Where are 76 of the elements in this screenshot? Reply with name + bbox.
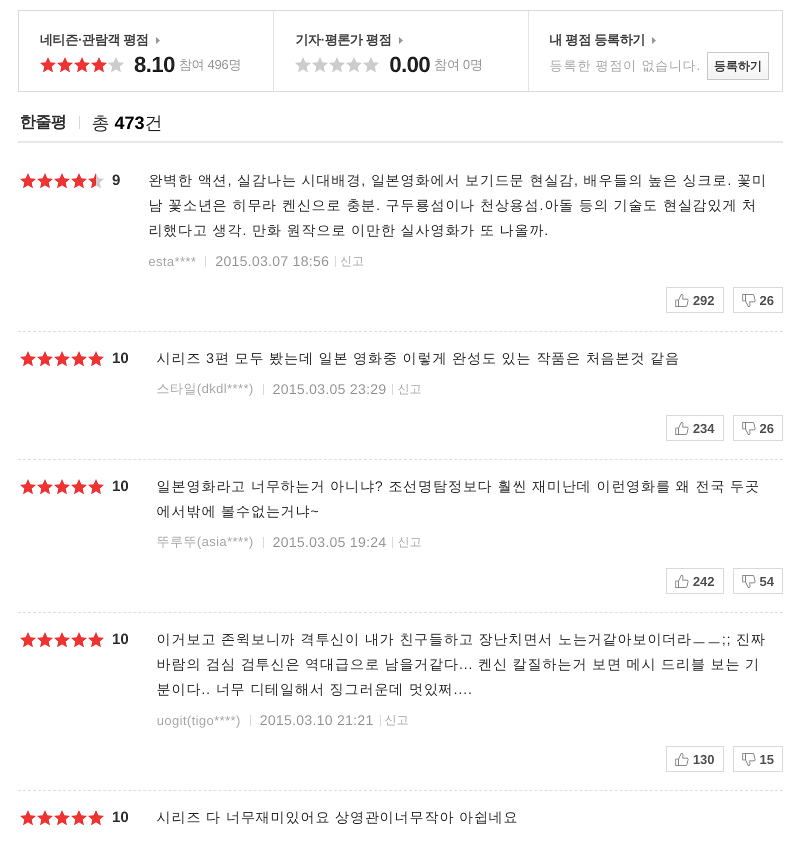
like-button[interactable]: 292 (666, 287, 724, 313)
review-score: 10 (112, 478, 129, 495)
star-icon (71, 478, 87, 494)
star-icon (37, 172, 53, 188)
dislike-button[interactable]: 26 (732, 287, 783, 313)
review-score: 9 (112, 172, 120, 189)
thumbs-down-icon (742, 752, 756, 766)
star-icon (54, 350, 70, 366)
review-text: 시리즈 3편 모두 봤는데 일본 영화중 이렇게 완성도 있는 작품은 처음본것 같음 (156, 349, 681, 368)
star-icon (88, 632, 104, 648)
star-icon (74, 57, 90, 73)
review-score: 10 (112, 631, 129, 648)
star-icon (40, 57, 56, 73)
review-date: 2015.03.10 21:21 (260, 712, 374, 728)
star-icon (88, 478, 104, 494)
thumbs-up-icon (674, 294, 689, 306)
author-name: esta**** (148, 254, 196, 268)
star-icon (54, 810, 70, 826)
thumbs-down-icon (742, 422, 756, 434)
review-date: 2015.03.05 19:24 (272, 534, 386, 550)
author-name: 뚜루뚜(asia****) (156, 533, 254, 551)
caret-icon (156, 36, 160, 44)
participant-count: 참여 496명 (178, 56, 242, 74)
star-icon (71, 810, 87, 826)
review-text: 이거보고 존윅보니까 격투신이 내가 친구들하고 장난치면서 노는거같아보이더라ㅡㅡ;; 진짜 바람의 검심 검투신은 역대급으로 남을거같다... 켄신 칼질하는거 보면 메시 드리블 보는 기분이다.. 너무 디테일해서 징그러운데 멋있쩌.... (156, 630, 767, 699)
caret-icon (652, 36, 656, 44)
review-date: 2015.03.07 18:56 (215, 253, 330, 269)
dislike-button[interactable]: 15 (732, 746, 783, 772)
star-icon (71, 350, 87, 366)
like-button[interactable]: 130 (666, 746, 724, 772)
star-icon (57, 57, 73, 73)
review-text: 시리즈 다 너무재미있어요 상영관이너무작아 아쉽네요 (156, 808, 520, 827)
half-star-icon (88, 172, 104, 188)
average-score: 8.10 (134, 52, 175, 78)
empty-rating-message: 등록한 평점이 없습니다. (550, 57, 701, 75)
like-button[interactable]: 234 (666, 415, 724, 441)
star-icon (91, 57, 107, 73)
star-icon (54, 632, 70, 648)
star-icon (71, 632, 87, 648)
author-name: 스타일(dkdl****) (156, 380, 254, 398)
star-icon (20, 350, 36, 366)
thumbs-up-icon (674, 752, 689, 766)
rating-link[interactable]: 기자·평론가 평점 (295, 31, 403, 49)
rating-link[interactable]: 네티즌·관람객 평점 (40, 31, 160, 49)
star-icon (20, 478, 36, 494)
star-icon (37, 632, 53, 648)
thumbs-down-icon (742, 574, 756, 588)
caret-icon (398, 36, 403, 44)
review-date: 2015.03.05 23:29 (272, 381, 386, 397)
review-text: 일본영화라고 너무하는거 아니냐? 조선명탐정보다 훨씬 재미난데 이런영화를 왜 전국 두곳에서밖에 볼수없는거냐~ (156, 477, 761, 521)
star-icon (37, 478, 53, 494)
rating-link[interactable]: 내 평점 등록하기 (550, 31, 656, 49)
review-score: 10 (112, 809, 129, 826)
star-icon (88, 350, 104, 366)
review-text: 완벽한 액션, 실감나는 시대배경, 일본영화에서 보기드문 현실감, 배우들의 높은 싱크로. 꽃미남 꽃소년은 히무라 켄신으로 충분. 구두룡섬이나 천상용섬.아돌 등의 기술도 현실감있게 처리했다고 생각. 만화 원작으로 이만한 실사영화가 또 나올까. (148, 171, 768, 240)
like-button[interactable]: 242 (666, 568, 724, 594)
star-icon (54, 478, 70, 494)
register-button[interactable]: 등록하기 (706, 52, 769, 80)
star-icon (37, 350, 53, 366)
thumbs-down-icon (742, 294, 756, 306)
average-score: 0.00 (389, 52, 430, 78)
star-icon (54, 172, 70, 188)
review-score: 10 (112, 350, 129, 367)
thumbs-up-icon (674, 574, 689, 588)
star-icon (20, 172, 36, 188)
star-icon (20, 632, 36, 648)
review-total: 총 473건 (92, 112, 163, 134)
dislike-button[interactable]: 26 (732, 415, 783, 441)
star-icon (20, 810, 36, 826)
star-icon (88, 810, 104, 826)
author-name: uogit(tigo****) (156, 712, 241, 728)
dislike-button[interactable]: 54 (732, 568, 783, 594)
participant-count: 참여 0명 (434, 56, 482, 74)
section-title: 한줄평 (20, 113, 66, 133)
thumbs-up-icon (674, 422, 689, 434)
star-icon (37, 810, 53, 826)
